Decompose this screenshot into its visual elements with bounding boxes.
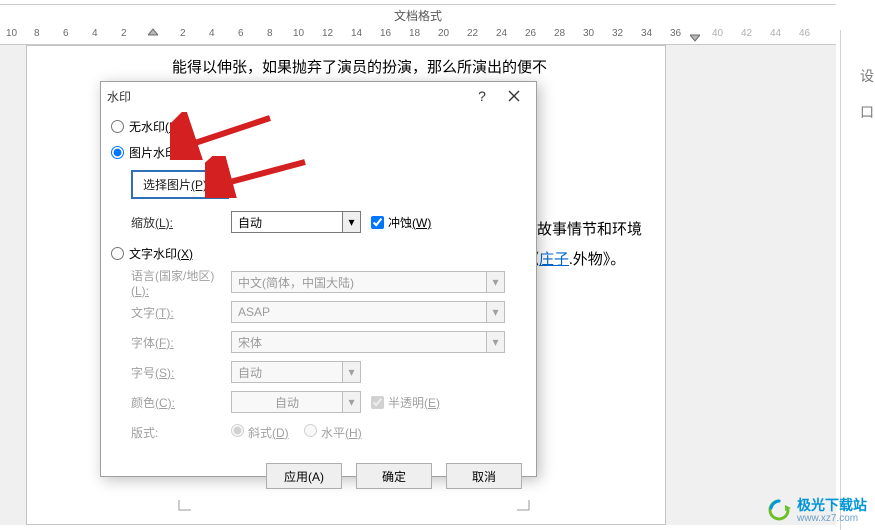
washout-checkbox[interactable] bbox=[371, 216, 384, 229]
radio-image-watermark-label: 图片水印(I) bbox=[129, 144, 188, 161]
cancel-button[interactable]: 取消 bbox=[446, 463, 522, 489]
doc-line-story[interactable]: 故事情节和环境 bbox=[537, 218, 642, 242]
layout-radio-group: 斜式(D) 水平(H) bbox=[231, 424, 374, 441]
ruler-mark: 22 bbox=[467, 28, 478, 39]
chevron-down-icon: ▾ bbox=[486, 332, 504, 352]
dialog-close-button[interactable] bbox=[498, 83, 530, 109]
sidebar-label: 口 bbox=[860, 102, 874, 122]
sidebar-label: 设 bbox=[860, 66, 874, 86]
scale-label: 缩放(L): bbox=[131, 214, 231, 231]
ruler-mark: 30 bbox=[583, 28, 594, 39]
ruler-mark: 32 bbox=[612, 28, 623, 39]
page-corner-mark bbox=[177, 500, 191, 514]
radio-text-watermark[interactable] bbox=[111, 247, 124, 260]
ok-button[interactable]: 确定 bbox=[356, 463, 432, 489]
horizontal-ruler[interactable]: 10 8 6 4 2 2 4 6 8 10 12 14 16 18 20 22 … bbox=[0, 25, 836, 45]
semitransparent-checkbox bbox=[371, 396, 384, 409]
size-label: 字号(S): bbox=[131, 364, 231, 381]
radio-no-watermark-row[interactable]: 无水印(N) bbox=[111, 114, 526, 138]
semitransparent-label: 半透明(E) bbox=[388, 394, 440, 411]
radio-text-watermark-label: 文字水印(X) bbox=[129, 245, 193, 262]
color-label: 颜色(C): bbox=[131, 394, 231, 411]
ruler-mark: 20 bbox=[438, 28, 449, 39]
radio-no-watermark-label: 无水印(N) bbox=[129, 118, 182, 135]
dialog-titlebar[interactable]: 水印 ? bbox=[101, 82, 536, 110]
ruler-mark: 44 bbox=[770, 28, 781, 39]
ruler-mark: 6 bbox=[238, 28, 244, 39]
logo-url: www.xz7.com bbox=[797, 513, 867, 524]
text-combo: ASAP ▾ bbox=[231, 301, 505, 323]
ruler-mark: 8 bbox=[34, 28, 40, 39]
text-label: 文字(T): bbox=[131, 304, 231, 321]
radio-no-watermark[interactable] bbox=[111, 120, 124, 133]
ruler-mark: 34 bbox=[641, 28, 652, 39]
lang-combo: 中文(简体，中国大陆) ▾ bbox=[231, 271, 505, 293]
page-corner-mark bbox=[517, 500, 531, 514]
layout-horizontal-radio bbox=[304, 424, 317, 437]
ruler-mark: 46 bbox=[799, 28, 810, 39]
ruler-mark: 14 bbox=[351, 28, 362, 39]
ruler-mark: 2 bbox=[180, 28, 186, 39]
ribbon-tab-title: 文档格式 bbox=[0, 5, 836, 25]
sidebar-separator bbox=[840, 30, 841, 530]
ruler-mark: 42 bbox=[741, 28, 752, 39]
chevron-down-icon: ▾ bbox=[342, 212, 360, 232]
layout-label: 版式: bbox=[131, 424, 231, 441]
ruler-mark: 8 bbox=[267, 28, 273, 39]
chevron-down-icon: ▾ bbox=[486, 302, 504, 322]
ruler-mark: 28 bbox=[554, 28, 565, 39]
chevron-down-icon: ▾ bbox=[342, 392, 360, 412]
font-label: 字体(F): bbox=[131, 334, 231, 351]
ruler-mark: 16 bbox=[380, 28, 391, 39]
ruler-mark: 12 bbox=[322, 28, 333, 39]
dialog-help-button[interactable]: ? bbox=[466, 83, 498, 109]
ruler-mark: 2 bbox=[121, 28, 127, 39]
washout-checkbox-row[interactable]: 冲蚀(W) bbox=[371, 214, 431, 231]
font-combo: 宋体 ▾ bbox=[231, 331, 505, 353]
logo-icon bbox=[767, 498, 791, 522]
link-zhuangzi[interactable]: 庄子 bbox=[539, 252, 569, 268]
ruler-mark: 36 bbox=[670, 28, 681, 39]
layout-diagonal-radio bbox=[231, 424, 244, 437]
ruler-mark: 40 bbox=[712, 28, 723, 39]
watermark-dialog: 水印 ? 无水印(N) 图片水印(I) 选择图片(P)... 缩放(L): 自动 bbox=[100, 81, 537, 477]
radio-image-watermark[interactable] bbox=[111, 146, 124, 159]
color-combo: 自动 ▾ bbox=[231, 391, 361, 413]
ruler-mark: 10 bbox=[6, 28, 17, 39]
logo-text: 极光下载站 bbox=[797, 495, 867, 515]
ruler-mark: 18 bbox=[409, 28, 420, 39]
scale-combo[interactable]: 自动 ▾ bbox=[231, 211, 361, 233]
apply-button[interactable]: 应用(A) bbox=[266, 463, 342, 489]
ruler-mark: 10 bbox=[293, 28, 304, 39]
watermark-logo: 极光下载站 www.xz7.com bbox=[767, 495, 867, 524]
size-combo: 自动 ▾ bbox=[231, 361, 361, 383]
semitransparent-checkbox-row: 半透明(E) bbox=[371, 394, 440, 411]
ruler-mark: 26 bbox=[525, 28, 536, 39]
lang-label: 语言(国家/地区)(L): bbox=[131, 267, 231, 298]
dialog-title-text: 水印 bbox=[107, 88, 131, 105]
close-icon bbox=[508, 90, 520, 102]
doc-line-quote[interactable]: 《庄子.外物》。 bbox=[524, 248, 625, 272]
ruler-mark: 4 bbox=[92, 28, 98, 39]
indent-marker-top[interactable] bbox=[148, 27, 158, 37]
select-picture-button[interactable]: 选择图片(P)... bbox=[131, 170, 229, 199]
ruler-mark: 24 bbox=[496, 28, 507, 39]
washout-label: 冲蚀(W) bbox=[388, 214, 431, 231]
chevron-down-icon: ▾ bbox=[486, 272, 504, 292]
ruler-mark: 6 bbox=[63, 28, 69, 39]
indent-marker-right[interactable] bbox=[690, 33, 700, 43]
help-icon: ? bbox=[478, 88, 486, 104]
radio-image-watermark-row[interactable]: 图片水印(I) bbox=[111, 140, 526, 164]
chevron-down-icon: ▾ bbox=[342, 362, 360, 382]
radio-text-watermark-row[interactable]: 文字水印(X) bbox=[111, 241, 526, 265]
ruler-mark: 4 bbox=[209, 28, 215, 39]
